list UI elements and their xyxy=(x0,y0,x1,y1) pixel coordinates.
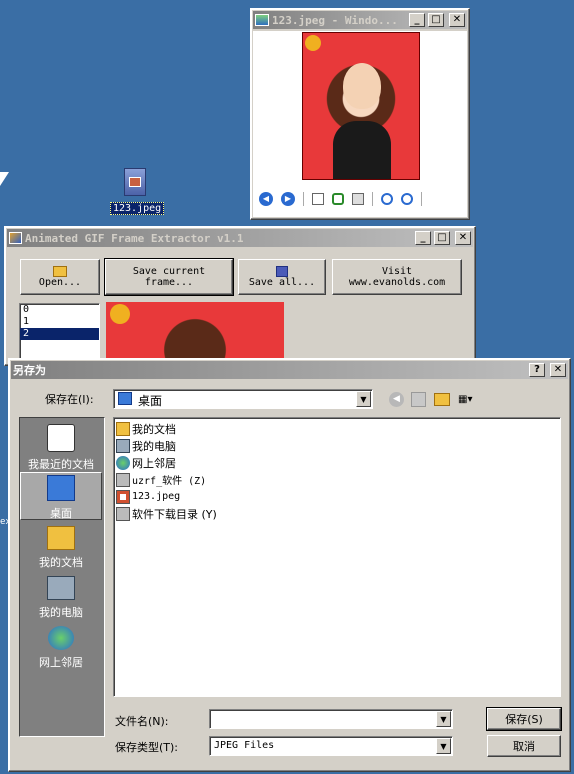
viewer-titlebar[interactable]: 123.jpeg - Windo... _ □ ✕ xyxy=(253,11,467,29)
desktop-icon xyxy=(47,475,75,501)
folder-icon xyxy=(116,421,130,436)
extractor-app-icon xyxy=(9,232,22,244)
filename-field[interactable]: ▼ xyxy=(209,709,453,729)
viewer-app-icon xyxy=(255,14,269,26)
save-in-combo[interactable]: 桌面 ▼ xyxy=(113,389,373,409)
actual-size-icon[interactable] xyxy=(332,193,344,205)
desktop-icon-label: 123.jpeg xyxy=(110,202,165,215)
network-icon xyxy=(48,626,74,650)
places-documents[interactable]: 我的文档 xyxy=(20,526,102,570)
maximize-button[interactable]: □ xyxy=(434,231,450,245)
save-all-icon xyxy=(276,266,288,277)
save-current-frame-button[interactable]: Save current frame... xyxy=(104,258,234,296)
logo-icon xyxy=(305,35,321,51)
viewer-photo xyxy=(302,32,420,180)
new-folder-icon[interactable] xyxy=(434,393,450,406)
chevron-down-icon[interactable]: ▼ xyxy=(436,738,451,754)
frame-list[interactable]: 0 1 2 xyxy=(19,303,100,363)
filetype-label: 保存类型(T): xyxy=(115,741,179,754)
visit-website-button[interactable]: Visit www.evanolds.com xyxy=(332,259,462,295)
dialog-title: 另存为 xyxy=(13,364,46,377)
chevron-down-icon[interactable]: ▼ xyxy=(436,711,451,727)
places-desktop[interactable]: 桌面 xyxy=(20,472,102,520)
minimize-button[interactable]: _ xyxy=(415,231,431,245)
open-folder-icon xyxy=(53,266,67,277)
dialog-titlebar[interactable]: 另存为 ? ✕ xyxy=(11,361,568,379)
logo-icon xyxy=(110,304,130,324)
slideshow-icon[interactable] xyxy=(352,193,364,205)
back-icon[interactable]: ◀ xyxy=(389,392,404,407)
filetype-select[interactable]: JPEG Files ▼ xyxy=(209,736,453,756)
extractor-window: Animated GIF Frame Extractor v1.1 _ □ ✕ … xyxy=(4,226,476,366)
places-network[interactable]: 网上邻居 xyxy=(20,626,102,670)
close-button[interactable]: ✕ xyxy=(550,363,566,377)
up-folder-icon[interactable] xyxy=(411,392,426,407)
places-recent[interactable]: 我最近的文档 xyxy=(20,424,102,472)
list-item[interactable]: 软件下载目录 (Y) xyxy=(114,505,560,522)
mouse-cursor xyxy=(0,172,9,186)
documents-icon xyxy=(47,526,75,550)
extractor-title: Animated GIF Frame Extractor v1.1 xyxy=(25,231,244,245)
help-button[interactable]: ? xyxy=(529,363,545,377)
save-button[interactable]: 保存(S) xyxy=(486,707,562,731)
file-list[interactable]: 我的文档 我的电脑 网上邻居 uzrf_软件 (Z) 123.jpeg 软件下载… xyxy=(113,417,561,697)
list-item[interactable]: 0 xyxy=(20,304,99,316)
computer-icon xyxy=(47,576,75,600)
list-item[interactable]: 2 xyxy=(20,328,99,340)
recent-icon xyxy=(47,424,75,452)
list-item[interactable]: 我的文档 xyxy=(114,420,560,437)
desktop-icon xyxy=(118,392,132,405)
close-button[interactable]: ✕ xyxy=(449,13,465,27)
best-fit-icon[interactable] xyxy=(312,193,324,205)
network-drive-icon xyxy=(116,506,130,521)
network-drive-icon xyxy=(116,472,130,487)
frame-preview xyxy=(106,302,284,362)
close-button[interactable]: ✕ xyxy=(455,231,471,245)
network-icon xyxy=(116,455,130,470)
zoom-out-icon[interactable] xyxy=(401,193,413,205)
previous-icon[interactable]: ◀ xyxy=(259,192,273,206)
image-file-icon xyxy=(116,489,130,504)
next-icon[interactable]: ▶ xyxy=(281,192,295,206)
view-menu-icon[interactable]: ▦▾ xyxy=(458,393,480,406)
zoom-in-icon[interactable] xyxy=(381,193,393,205)
extractor-titlebar[interactable]: Animated GIF Frame Extractor v1.1 _ □ ✕ xyxy=(7,229,473,247)
save-as-dialog: 另存为 ? ✕ 保存在(I): 桌面 ▼ ◀ ▦▾ 我最近的文档 桌面 我的文档… xyxy=(8,358,571,772)
list-item[interactable]: 123.jpeg xyxy=(114,488,560,505)
viewer-canvas: ◀ ▶ xyxy=(253,31,467,217)
chevron-down-icon[interactable]: ▼ xyxy=(356,391,371,407)
list-item[interactable]: 我的电脑 xyxy=(114,437,560,454)
viewer-toolbar: ◀ ▶ xyxy=(259,191,422,207)
viewer-title: 123.jpeg - Windo... xyxy=(272,13,398,27)
places-computer[interactable]: 我的电脑 xyxy=(20,576,102,620)
computer-icon xyxy=(116,438,130,453)
save-all-button[interactable]: Save all... xyxy=(238,259,326,295)
list-item[interactable]: uzrf_软件 (Z) xyxy=(114,471,560,488)
filename-label: 文件名(N): xyxy=(115,715,169,728)
image-viewer-window: 123.jpeg - Windo... _ □ ✕ ◀ ▶ xyxy=(250,8,470,220)
maximize-button[interactable]: □ xyxy=(428,13,444,27)
places-bar: 我最近的文档 桌面 我的文档 我的电脑 网上邻居 xyxy=(19,417,105,737)
open-button[interactable]: Open... xyxy=(20,259,100,295)
desktop-file-icon[interactable]: 123.jpeg xyxy=(110,168,165,218)
save-in-label: 保存在(I): xyxy=(45,393,94,406)
minimize-button[interactable]: _ xyxy=(409,13,425,27)
list-item[interactable]: 网上邻居 xyxy=(114,454,560,471)
cancel-button[interactable]: 取消 xyxy=(487,735,561,757)
image-file-icon xyxy=(124,168,146,196)
list-item[interactable]: 1 xyxy=(20,316,99,328)
